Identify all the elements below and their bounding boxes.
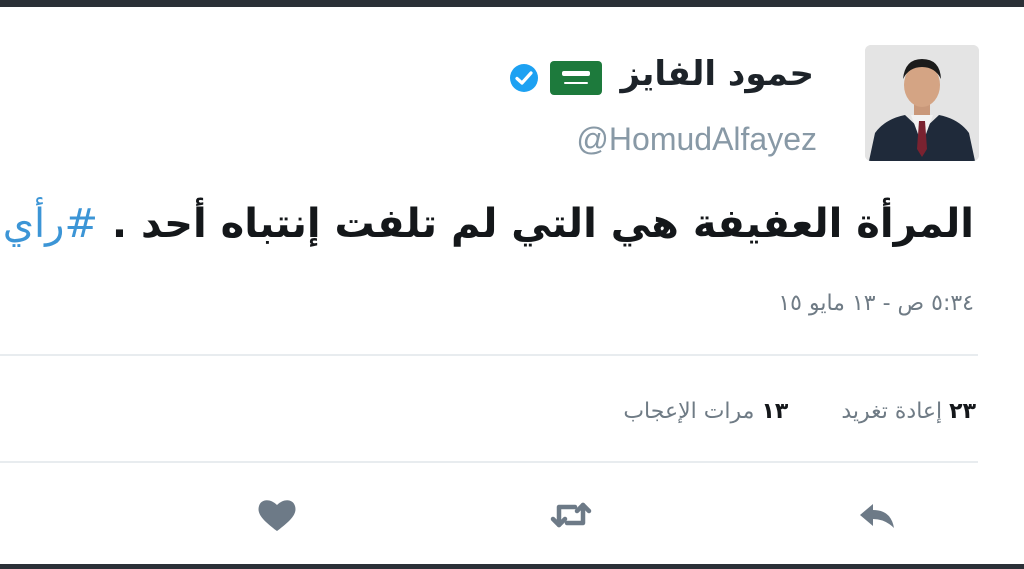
likes-count: ١٣ xyxy=(761,399,789,424)
retweet-icon[interactable] xyxy=(549,495,593,535)
divider xyxy=(0,461,978,463)
retweets-count: ٢٣ xyxy=(949,399,976,424)
heart-icon[interactable] xyxy=(255,495,299,535)
retweets-stat[interactable]: ٢٣ إعادة تغريد xyxy=(841,399,976,424)
saudi-flag-icon xyxy=(550,61,602,95)
reply-icon[interactable] xyxy=(855,495,899,535)
likes-label: مرات الإعجاب xyxy=(623,399,755,424)
tweet-timestamp[interactable]: ٥:٣٤ ص - ١٣ مايو ١٥ xyxy=(778,291,974,316)
tweet-card: حمود الفايز @HomudAlfayez المرأة العفيفة… xyxy=(0,7,1024,564)
tweet-body: المرأة العفيفة هي التي لم تلفت إنتباه أح… xyxy=(111,201,974,247)
bottom-frame-bar xyxy=(0,564,1024,569)
tweet-stats: ٢٣ إعادة تغريد ١٣ مرات الإعجاب xyxy=(577,399,976,424)
tweet-text: المرأة العفيفة هي التي لم تلفت إنتباه أح… xyxy=(3,201,974,247)
divider xyxy=(0,354,978,356)
likes-stat[interactable]: ١٣ مرات الإعجاب xyxy=(623,399,788,424)
avatar[interactable] xyxy=(865,45,979,161)
display-name[interactable]: حمود الفايز xyxy=(621,54,814,94)
verified-badge-icon xyxy=(510,64,538,92)
user-handle[interactable]: @HomudAlfayez xyxy=(576,121,817,158)
hashtag-link[interactable]: #رأي xyxy=(3,201,98,247)
top-frame-bar xyxy=(0,0,1024,7)
retweets-label: إعادة تغريد xyxy=(841,399,943,424)
